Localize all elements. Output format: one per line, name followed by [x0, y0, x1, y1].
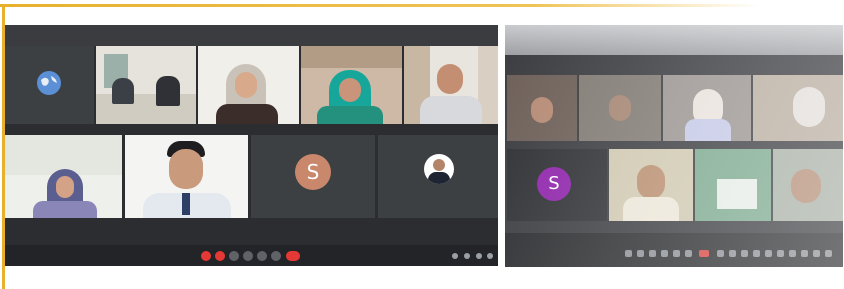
- participant-face: [235, 72, 257, 98]
- more-icon[interactable]: [271, 251, 281, 261]
- microphone-icon[interactable]: [201, 251, 211, 261]
- present-icon[interactable]: [257, 251, 267, 261]
- participant-body: [33, 201, 97, 218]
- participant-avatar: S: [295, 154, 331, 190]
- globe-icon: [37, 71, 61, 95]
- participant-tile[interactable]: [96, 46, 196, 124]
- profile-photo: [424, 154, 454, 184]
- participant-tile[interactable]: [378, 135, 498, 218]
- people-icon[interactable]: [464, 253, 470, 259]
- chat-icon[interactable]: [476, 253, 482, 259]
- participant-face: [169, 149, 203, 189]
- meeting-window-left: S: [5, 25, 498, 266]
- camera-icon[interactable]: [215, 251, 225, 261]
- frame-accent-top: [0, 4, 760, 7]
- activities-icon[interactable]: [487, 253, 493, 259]
- participant-body: [216, 104, 278, 124]
- window-top-bar: [5, 25, 498, 46]
- participant-tile[interactable]: [301, 46, 402, 124]
- participant-figure: [156, 76, 180, 106]
- meeting-controls: [5, 245, 498, 266]
- participant-tile[interactable]: [125, 135, 248, 218]
- participant-tile[interactable]: [5, 46, 94, 124]
- participant-body: [317, 106, 383, 124]
- captions-icon[interactable]: [229, 251, 239, 261]
- participant-tie: [182, 193, 190, 215]
- raise-hand-icon[interactable]: [243, 251, 253, 261]
- participant-face: [339, 78, 361, 102]
- meeting-window-right: S: [505, 25, 843, 267]
- participant-face: [437, 64, 463, 94]
- participant-face: [56, 176, 74, 198]
- info-icon[interactable]: [452, 253, 458, 259]
- participant-tile[interactable]: [198, 46, 299, 124]
- screen-glare: [505, 25, 843, 267]
- room-shelf: [301, 46, 402, 68]
- participant-tile[interactable]: S: [251, 135, 375, 218]
- participant-figure: [112, 78, 134, 104]
- participant-tile[interactable]: [5, 135, 122, 218]
- participant-body: [420, 96, 482, 124]
- participant-tile[interactable]: [404, 46, 498, 124]
- room-desk: [96, 94, 196, 124]
- leave-call-icon[interactable]: [286, 251, 300, 261]
